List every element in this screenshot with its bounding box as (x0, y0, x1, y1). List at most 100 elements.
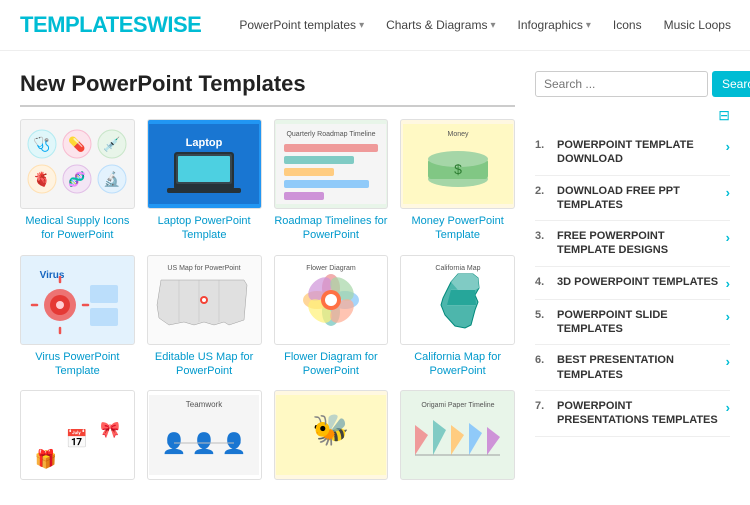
sidebar-num-5: 5. (535, 308, 551, 321)
logo-text-accent: WISE (147, 12, 201, 37)
search-row: Search (535, 71, 730, 97)
template-item-virus: Virus Virus Powe (20, 255, 135, 379)
template-item-california: California Map California Map for PowerP… (400, 255, 515, 379)
svg-text:🎁: 🎁 (35, 448, 57, 469)
template-link-california[interactable]: California Map for PowerPoint (400, 350, 515, 379)
template-thumb-laptop[interactable]: Laptop (147, 119, 262, 209)
page-title: New PowerPoint Templates (20, 71, 515, 107)
svg-text:Origami Paper Timeline: Origami Paper Timeline (421, 402, 494, 409)
nav-arrow-icon-2: ▾ (490, 20, 495, 31)
sidebar-item-7[interactable]: 7. POWERPOINT PRESENTATIONS TEMPLATES › (535, 391, 730, 437)
sidebar-label-2: DOWNLOAD FREE PPT TEMPLATES (557, 184, 720, 213)
template-item-teamwork: Teamwork 👤 👤 👤 (147, 390, 262, 485)
template-item-gift: 🎁 📅 🎀 (20, 390, 135, 485)
template-thumb-virus[interactable]: Virus (20, 255, 135, 345)
nav-arrow-icon-3: ▾ (586, 20, 591, 31)
svg-text:Money: Money (447, 131, 469, 138)
sidebar-arrow-7: › (726, 399, 730, 415)
svg-text:🧬: 🧬 (69, 170, 87, 188)
sidebar-num-2: 2. (535, 184, 551, 197)
svg-text:🩺: 🩺 (34, 136, 51, 153)
main-nav: PowerPoint templates ▾ Charts & Diagrams… (231, 14, 739, 36)
svg-text:Flower Diagram: Flower Diagram (306, 265, 356, 272)
svg-text:California Map: California Map (435, 265, 480, 272)
content-area: New PowerPoint Templates 🩺 💊 💉 🫀 (20, 71, 515, 485)
sidebar-arrow-3: › (726, 229, 730, 245)
template-item-usmap: US Map for PowerPoint Editable US Map fo… (147, 255, 262, 379)
sidebar-item-4[interactable]: 4. 3D POWERPOINT TEMPLATES › (535, 267, 730, 300)
template-link-money[interactable]: Money PowerPoint Template (400, 214, 515, 243)
template-link-virus[interactable]: Virus PowerPoint Template (20, 350, 135, 379)
template-thumb-money[interactable]: Money $ (400, 119, 515, 209)
sidebar-arrow-5: › (726, 308, 730, 324)
template-thumb-bee[interactable]: 🐝 (274, 390, 389, 480)
logo-text-dark: TEMPLATES (20, 12, 147, 37)
nav-infographics[interactable]: Infographics ▾ (510, 14, 599, 36)
svg-text:📅: 📅 (66, 428, 88, 449)
sidebar-item-3[interactable]: 3. FREE POWERPOINT TEMPLATE DESIGNS › (535, 221, 730, 267)
sidebar-num-4: 4. (535, 275, 551, 288)
template-item-laptop: Laptop Laptop PowerPoint Template (147, 119, 262, 243)
search-input[interactable] (535, 71, 708, 97)
template-link-flower[interactable]: Flower Diagram for PowerPoint (274, 350, 389, 379)
sidebar-list: 1. POWERPOINT TEMPLATE DOWNLOAD › 2. DOW… (535, 130, 730, 437)
svg-text:$: $ (454, 161, 462, 177)
template-item-flower: Flower Diagram F (274, 255, 389, 379)
template-thumb-flower[interactable]: Flower Diagram (274, 255, 389, 345)
search-button[interactable]: Search (712, 71, 750, 97)
template-item-roadmap: Quarterly Roadmap Timeline Roadmap Timel… (274, 119, 389, 243)
template-link-roadmap[interactable]: Roadmap Timelines for PowerPoint (274, 214, 389, 243)
sidebar-item-6[interactable]: 6. BEST PRESENTATION TEMPLATES › (535, 345, 730, 391)
nav-arrow-icon: ▾ (359, 20, 364, 31)
template-thumb-medical[interactable]: 🩺 💊 💉 🫀 🧬 🔬 (20, 119, 135, 209)
sidebar-arrow-2: › (726, 184, 730, 200)
template-thumb-origami[interactable]: Origami Paper Timeline (400, 390, 515, 480)
svg-text:💊: 💊 (69, 135, 87, 153)
sidebar-label-6: BEST PRESENTATION TEMPLATES (557, 353, 720, 382)
sidebar-label-7: POWERPOINT PRESENTATIONS TEMPLATES (557, 399, 720, 428)
sidebar-label-1: POWERPOINT TEMPLATE DOWNLOAD (557, 138, 720, 167)
sidebar-num-1: 1. (535, 138, 551, 151)
sidebar-num-3: 3. (535, 229, 551, 242)
svg-text:Laptop: Laptop (186, 137, 223, 149)
svg-text:🐝: 🐝 (312, 413, 349, 447)
site-logo[interactable]: TEMPLATESWISE (20, 12, 201, 38)
nav-charts-diagrams[interactable]: Charts & Diagrams ▾ (378, 14, 503, 36)
svg-text:Quarterly Roadmap Timeline: Quarterly Roadmap Timeline (286, 131, 375, 138)
svg-text:🎀: 🎀 (100, 421, 120, 439)
template-item-medical: 🩺 💊 💉 🫀 🧬 🔬 Medical Supply Icons for Pow… (20, 119, 135, 243)
svg-text:US Map for PowerPoint: US Map for PowerPoint (168, 265, 241, 272)
svg-text:🫀: 🫀 (34, 171, 51, 188)
sidebar-label-5: POWERPOINT SLIDE TEMPLATES (557, 308, 720, 337)
sidebar-item-1[interactable]: 1. POWERPOINT TEMPLATE DOWNLOAD › (535, 130, 730, 176)
template-thumb-teamwork[interactable]: Teamwork 👤 👤 👤 (147, 390, 262, 480)
template-thumb-usmap[interactable]: US Map for PowerPoint (147, 255, 262, 345)
sidebar-item-2[interactable]: 2. DOWNLOAD FREE PPT TEMPLATES › (535, 176, 730, 222)
sidebar-arrow-6: › (726, 353, 730, 369)
template-item-origami: Origami Paper Timeline (400, 390, 515, 485)
sidebar-label-3: FREE POWERPOINT TEMPLATE DESIGNS (557, 229, 720, 258)
template-grid: 🩺 💊 💉 🫀 🧬 🔬 Medical Supply Icons for Pow… (20, 119, 515, 485)
sidebar-num-7: 7. (535, 399, 551, 412)
nav-music-loops[interactable]: Music Loops (656, 14, 739, 36)
sidebar-num-6: 6. (535, 353, 551, 366)
site-header: TEMPLATESWISE PowerPoint templates ▾ Cha… (0, 0, 750, 51)
template-thumb-gift[interactable]: 🎁 📅 🎀 (20, 390, 135, 480)
template-link-medical[interactable]: Medical Supply Icons for PowerPoint (20, 214, 135, 243)
sidebar-arrow-1: › (726, 138, 730, 154)
template-item-bee: 🐝 (274, 390, 389, 485)
template-link-laptop[interactable]: Laptop PowerPoint Template (147, 214, 262, 243)
filter-icon[interactable]: ⊟ (535, 107, 730, 124)
nav-powerpoint-templates[interactable]: PowerPoint templates ▾ (231, 14, 372, 36)
svg-text:🔬: 🔬 (104, 170, 121, 188)
sidebar-item-5[interactable]: 5. POWERPOINT SLIDE TEMPLATES › (535, 300, 730, 346)
template-thumb-california[interactable]: California Map (400, 255, 515, 345)
svg-text:Teamwork: Teamwork (186, 400, 223, 409)
template-item-money: Money $ Money PowerPoint Template (400, 119, 515, 243)
svg-text:💉: 💉 (104, 136, 121, 153)
template-thumb-roadmap[interactable]: Quarterly Roadmap Timeline (274, 119, 389, 209)
nav-icons[interactable]: Icons (605, 14, 650, 36)
main-container: New PowerPoint Templates 🩺 💊 💉 🫀 (0, 51, 750, 505)
template-link-usmap[interactable]: Editable US Map for PowerPoint (147, 350, 262, 379)
sidebar: Search ⊟ 1. POWERPOINT TEMPLATE DOWNLOAD… (535, 71, 730, 485)
